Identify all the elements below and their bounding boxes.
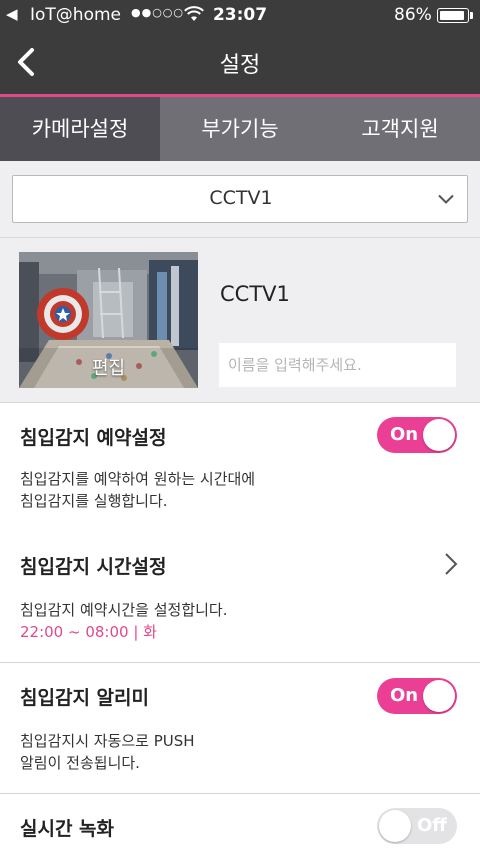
camera-thumbnail[interactable]: 편집 (19, 252, 198, 388)
divider (0, 662, 480, 663)
tab-extra-features[interactable]: 부가기능 (160, 97, 320, 161)
intrusion-schedule-toggle[interactable]: On (377, 417, 457, 453)
divider (0, 237, 480, 238)
chevron-down-icon (438, 194, 454, 204)
camera-name: CCTV1 (220, 282, 290, 306)
chevron-right-icon (445, 553, 458, 575)
realtime-recording-toggle[interactable]: Off (377, 808, 457, 844)
intrusion-alarm-title: 침입감지 알리미 (20, 687, 149, 709)
realtime-recording-title: 실시간 녹화 (20, 818, 115, 840)
nav-bar: 설정 (0, 30, 480, 94)
tab-bar: 카메라설정 부가기능 고객지원 (0, 97, 480, 161)
camera-name-input[interactable] (219, 343, 456, 387)
tab-camera-settings[interactable]: 카메라설정 (0, 97, 160, 161)
toggle-knob (423, 680, 455, 712)
toggle-label: On (390, 424, 419, 445)
toggle-knob (379, 810, 411, 842)
divider (0, 793, 480, 794)
battery-icon (437, 8, 469, 23)
toggle-label: On (390, 685, 419, 706)
intrusion-time-desc: 침입감지 예약시간을 설정합니다. (20, 601, 228, 619)
intrusion-time-schedule: 22:00 ~ 08:00 | 화 (20, 623, 157, 641)
intrusion-alarm-desc-2: 알림이 전송됩니다. (20, 754, 140, 772)
toggle-label: Off (417, 815, 447, 836)
toggle-knob (423, 419, 455, 451)
camera-select[interactable]: CCTV1 (12, 175, 468, 223)
camera-select-value: CCTV1 (209, 187, 273, 209)
intrusion-alarm-desc-1: 침입감지시 자동으로 PUSH (20, 732, 195, 750)
intrusion-schedule-desc-1: 침입감지를 예약하여 원하는 시간대에 (20, 470, 256, 488)
status-bar: ◀ IoT@home ●●○○○ 23:07 86% (0, 0, 480, 30)
battery-percent: 86% (394, 5, 432, 25)
edit-thumbnail-label: 편집 (91, 358, 126, 379)
tab-customer-support[interactable]: 고객지원 (320, 97, 480, 161)
battery-level (439, 10, 464, 20)
page-title: 설정 (219, 53, 261, 78)
intrusion-schedule-desc-2: 침입감지를 실행합니다. (20, 492, 168, 510)
intrusion-schedule-title: 침입감지 예약설정 (20, 427, 167, 449)
divider (0, 402, 480, 403)
intrusion-alarm-toggle[interactable]: On (377, 678, 457, 714)
intrusion-time-title: 침입감지 시간설정 (20, 556, 167, 578)
battery-tip (470, 12, 473, 19)
